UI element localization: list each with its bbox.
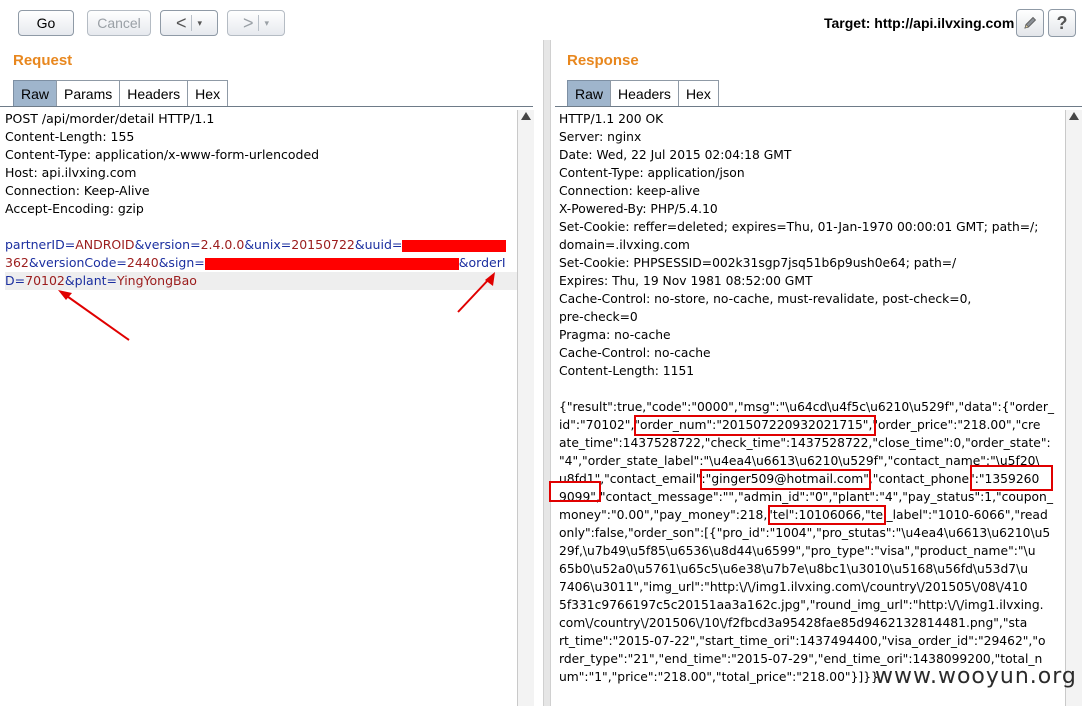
response-line: Server: nginx [559, 130, 642, 144]
tel-highlight-box [768, 505, 886, 525]
response-line: 7406\u3011","img_url":"http:\/\/img1.ilv… [559, 580, 1028, 594]
target-label[interactable]: Target: http://api.ilvxing.com [824, 15, 1014, 31]
response-tab-raw[interactable]: Raw [567, 80, 612, 106]
response-line: only":false,"order_son":[{"pro_id":"1004… [559, 526, 1051, 540]
order-num-highlight-box [634, 415, 876, 436]
response-line: Expires: Thu, 19 Nov 1981 08:52:00 GMT [559, 274, 813, 288]
response-line: domain=.ilvxing.com [559, 238, 690, 252]
response-line: Content-Type: application/json [559, 166, 745, 180]
response-line: Set-Cookie: reffer=deleted; expires=Thu,… [559, 220, 1039, 234]
pencil-icon [1024, 16, 1037, 29]
annotation-arrows [58, 272, 495, 341]
response-line [559, 380, 1064, 398]
response-editor[interactable]: HTTP/1.1 200 OK Server: nginx Date: Wed,… [559, 110, 1064, 686]
help-button[interactable]: ? [1048, 9, 1076, 37]
contact-email-highlight-box [700, 469, 871, 490]
response-line: com\/country\/201506\/10\/f2fbcd3a95428f… [559, 616, 1028, 630]
response-line: HTTP/1.1 200 OK [559, 112, 664, 126]
response-line: Pragma: no-cache [559, 328, 671, 342]
arrow-to-order-param [457, 272, 495, 313]
response-line: Cache-Control: no-cache [559, 346, 711, 360]
response-tab-headers[interactable]: Headers [610, 80, 679, 106]
contact-phone-highlight-box [970, 465, 1053, 491]
watermark: www.wooyun.org [875, 664, 1077, 689]
response-line: {"result":true,"code":"0000","msg":"\u64… [559, 400, 1055, 414]
response-scrollbar[interactable] [1065, 110, 1082, 706]
help-icon: ? [1056, 12, 1068, 33]
response-tabs: Raw Headers Hex [567, 80, 719, 106]
response-line: X-Powered-By: PHP/5.4.10 [559, 202, 718, 216]
scroll-up-arrow-icon[interactable] [521, 112, 531, 120]
response-line: Connection: keep-alive [559, 184, 700, 198]
pane-divider[interactable] [543, 40, 551, 706]
response-tab-hex[interactable]: Hex [677, 80, 719, 106]
scroll-up-arrow-icon[interactable] [1069, 112, 1079, 120]
response-line: 65b0\u52a0\u5761\u65c5\u6e38\u7b7e\u8bc1… [559, 562, 1029, 576]
edit-target-button[interactable] [1016, 9, 1044, 37]
response-line: ate_time":1437528722,"check_time":143752… [559, 436, 1051, 450]
response-line: 29f,\u7b49\u5f85\u6536\u8d44\u6599","pro… [559, 544, 1036, 558]
response-line: Date: Wed, 22 Jul 2015 02:04:18 GMT [559, 148, 792, 162]
response-title: Response [567, 52, 639, 69]
response-line: Content-Length: 1151 [559, 364, 695, 378]
contact-phone-continuation-box [549, 481, 601, 502]
response-line: rt_time":"2015-07-22","start_time_ori":1… [559, 634, 1046, 648]
response-line: pre-check=0 [559, 310, 638, 324]
request-scrollbar[interactable] [517, 110, 534, 706]
response-line: Cache-Control: no-store, no-cache, must-… [559, 292, 972, 306]
response-line: Set-Cookie: PHPSESSID=002k31sgp7jsq51b6p… [559, 256, 957, 270]
response-tab-underline [555, 106, 1082, 107]
response-line: 5f331c9766197c5c20151aa3a162c.jpg","roun… [559, 598, 1044, 612]
arrow-to-order-id [58, 290, 130, 341]
